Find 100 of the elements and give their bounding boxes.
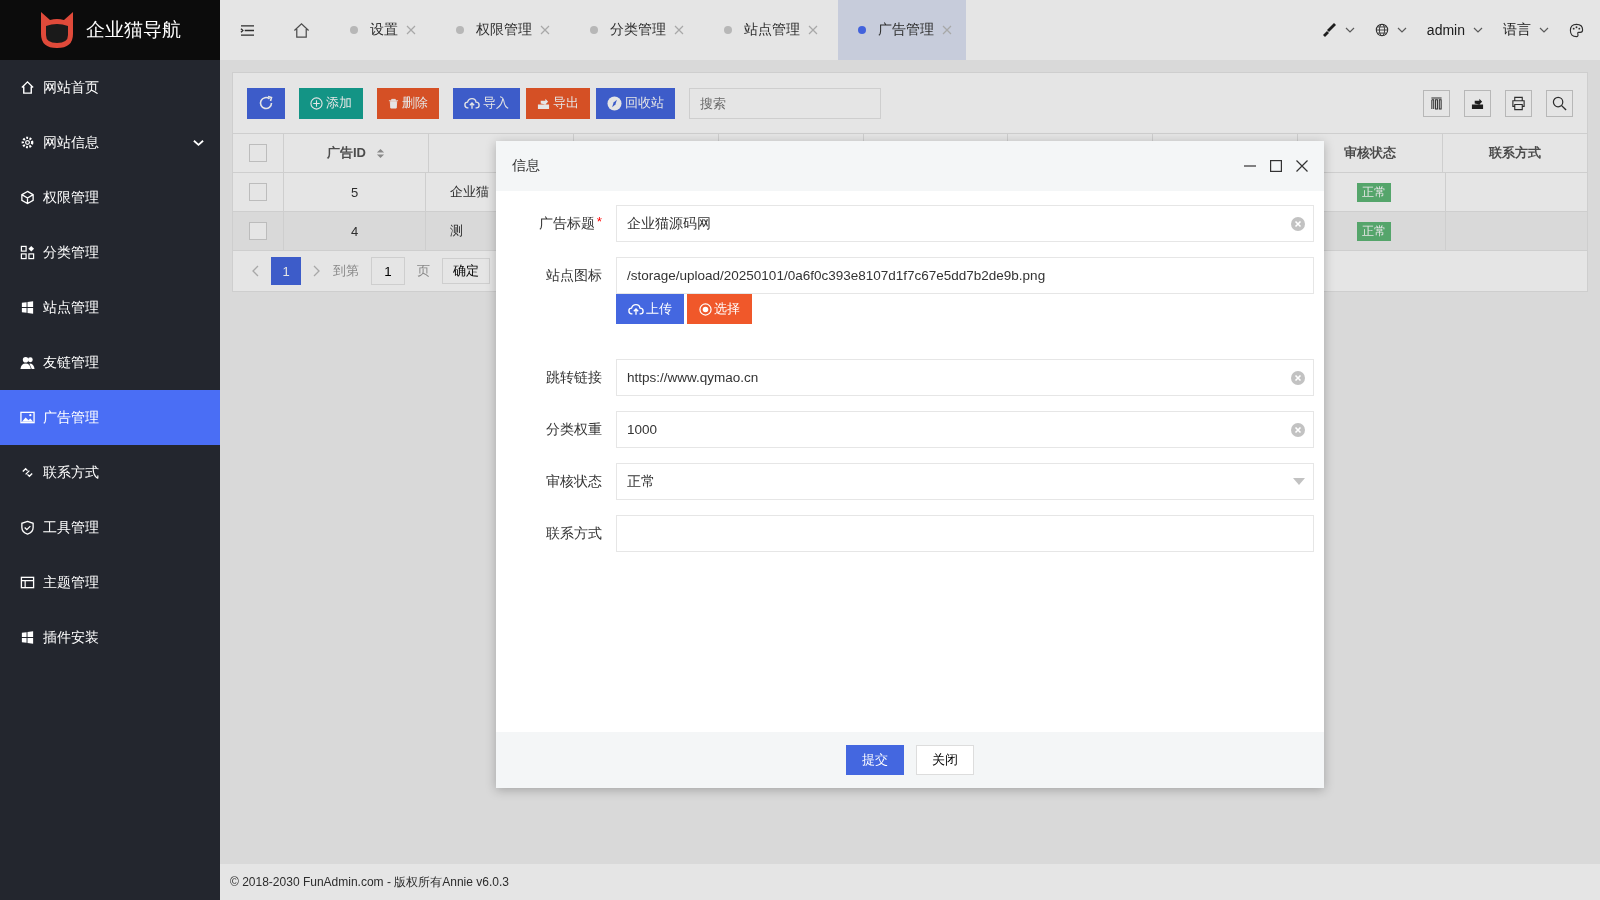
field-label: 广告标题	[538, 214, 595, 233]
language-menu[interactable]: 语言	[1503, 21, 1531, 39]
export-icon	[1471, 96, 1484, 110]
layout-icon	[20, 575, 35, 590]
close-button[interactable]: 关闭	[916, 745, 974, 775]
shield-icon	[20, 520, 35, 535]
recycle-button[interactable]: 回收站	[596, 87, 675, 119]
status-dot-icon	[590, 26, 598, 34]
columns-button[interactable]	[1423, 89, 1450, 117]
radio-icon	[699, 302, 712, 316]
search-field[interactable]: 搜索	[689, 87, 881, 119]
export-button[interactable]	[1464, 89, 1491, 117]
delete-button[interactable]: 删除	[377, 87, 439, 119]
sidebar-item[interactable]: 权限管理	[0, 170, 220, 225]
gear-icon	[20, 135, 35, 150]
sidebar-item[interactable]: 友链管理	[0, 335, 220, 390]
sidebar-item[interactable]: 网站首页	[0, 60, 220, 115]
checkbox[interactable]	[249, 144, 267, 162]
text-field[interactable]: https://www.qymao.cn	[616, 359, 1314, 396]
sidebar-item[interactable]: 插件安装	[0, 610, 220, 665]
confirm-button[interactable]: 确定	[442, 258, 490, 284]
required-mark: *	[596, 214, 602, 229]
upload-button[interactable]: 上传	[616, 294, 684, 324]
submit-button[interactable]: 提交	[846, 745, 904, 775]
copyright-text: © 2018-2030 FunAdmin.com - 版权所有Annie v6.0.3	[230, 873, 509, 891]
sidebar-item[interactable]: 主题管理	[0, 555, 220, 610]
sidebar-item[interactable]: 联系方式	[0, 445, 220, 500]
grid-icon	[20, 245, 35, 260]
column-header[interactable]: 联系方式	[1443, 134, 1587, 172]
sort-icon[interactable]	[375, 147, 385, 159]
sidebar-item[interactable]: 广告管理	[0, 390, 220, 445]
select-field[interactable]: 正常	[616, 463, 1314, 500]
compass-icon	[607, 95, 622, 111]
maximize-icon[interactable]	[1270, 160, 1282, 172]
caret-icon	[1344, 27, 1355, 33]
cloud-upload-icon	[464, 96, 480, 110]
globe-icon[interactable]	[1374, 23, 1389, 37]
page-number[interactable]: 1	[271, 257, 301, 285]
sidebar-item[interactable]: 分类管理	[0, 225, 220, 280]
image-icon	[20, 410, 35, 425]
search-button[interactable]	[1546, 89, 1573, 117]
status-badge: 正常	[1357, 221, 1392, 241]
tab[interactable]: 设置	[330, 0, 430, 60]
chevron-right-icon[interactable]	[313, 265, 321, 277]
tab[interactable]: 分类管理	[570, 0, 698, 60]
column-header[interactable]: 广告ID	[284, 134, 429, 172]
clear-icon[interactable]	[1291, 422, 1305, 437]
sidebar-item[interactable]: 网站信息	[0, 115, 220, 170]
cloud-upload-icon	[628, 302, 644, 316]
tab[interactable]: 站点管理	[704, 0, 832, 60]
printer-icon	[1511, 95, 1526, 111]
home-icon[interactable]	[293, 21, 310, 39]
menu-icon[interactable]	[240, 23, 255, 37]
field-label: 站点图标	[546, 266, 602, 285]
status-dot-icon	[724, 26, 732, 34]
page-input[interactable]: 1	[371, 257, 405, 285]
home-icon	[20, 80, 35, 95]
refresh-icon	[258, 95, 274, 111]
tab[interactable]: 广告管理	[838, 0, 966, 60]
trash-icon	[388, 97, 399, 109]
table-cell: 5	[351, 184, 359, 200]
caret-icon	[1396, 27, 1407, 33]
sidebar-item[interactable]: 工具管理	[0, 500, 220, 555]
windows-icon	[20, 630, 35, 645]
chevron-down-icon	[193, 138, 204, 147]
checkbox[interactable]	[249, 222, 267, 240]
clear-icon[interactable]	[1291, 370, 1305, 385]
sidebar-item[interactable]: 站点管理	[0, 280, 220, 335]
print-button[interactable]	[1505, 89, 1532, 117]
status-dot-icon	[350, 26, 358, 34]
status-badge: 正常	[1357, 182, 1392, 202]
table-cell: 企业猫	[450, 183, 490, 201]
dialog-title: 信息	[512, 157, 540, 175]
search-icon	[1552, 95, 1567, 111]
user-menu[interactable]: admin	[1426, 22, 1465, 38]
refresh-button[interactable]	[247, 87, 285, 119]
close-icon[interactable]	[1296, 160, 1308, 172]
tab[interactable]: 权限管理	[436, 0, 564, 60]
field-label: 审核状态	[546, 472, 602, 491]
cube-icon	[20, 190, 35, 205]
logo-text: 企业猫导航	[86, 18, 181, 42]
columns-icon	[1430, 96, 1443, 110]
clear-icon[interactable]	[1291, 216, 1305, 231]
windows-icon	[20, 300, 35, 315]
palette-icon[interactable]	[1569, 22, 1584, 38]
text-field[interactable]: 1000	[616, 411, 1314, 448]
checkbox[interactable]	[249, 183, 267, 201]
status-dot-icon	[456, 26, 464, 34]
users-icon	[20, 355, 35, 370]
table-cell: 4	[351, 223, 359, 239]
text-field[interactable]: /storage/upload/20250101/0a6f0c393e8107d1f7c67e5dd7b2de9b.png	[616, 257, 1314, 294]
field-label: 跳转链接	[546, 368, 602, 387]
import-button[interactable]: 导入	[453, 87, 520, 119]
text-field[interactable]	[616, 515, 1314, 552]
status-dot-icon	[858, 26, 866, 34]
page-unit: 页	[417, 262, 430, 280]
caret-icon	[1539, 27, 1549, 33]
chevron-left-icon[interactable]	[251, 265, 259, 277]
text-field[interactable]: 企业猫源码网	[616, 205, 1314, 242]
table-cell: 测	[450, 222, 464, 240]
